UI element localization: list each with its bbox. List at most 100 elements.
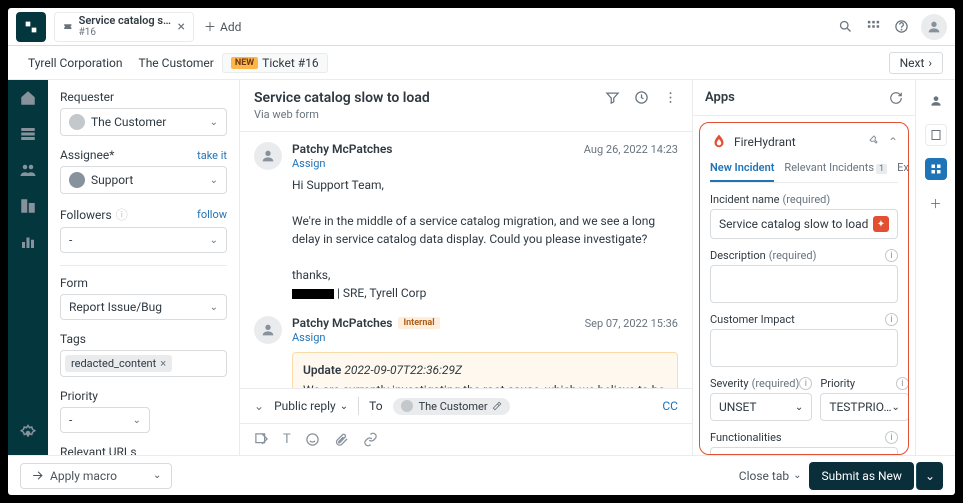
text-icon[interactable]: T	[283, 432, 291, 447]
apps-grid-icon[interactable]	[865, 19, 881, 35]
nav-rail	[8, 80, 48, 455]
chevron-right-icon: ›	[928, 56, 932, 70]
brand-logo[interactable]	[16, 12, 46, 42]
tab-relevant-incidents[interactable]: Relevant Incidents1	[784, 161, 887, 182]
functionalities-select[interactable]: Select functionalities...⌄	[710, 447, 898, 455]
tab-new-incident[interactable]: New Incident	[710, 161, 774, 182]
link-icon[interactable]	[363, 432, 378, 447]
more-icon[interactable]	[663, 90, 678, 105]
avatar	[254, 316, 282, 344]
incident-name-label: Incident name	[710, 193, 779, 206]
ticket-title: Service catalog slow to load	[254, 90, 430, 106]
reports-icon[interactable]	[18, 232, 38, 252]
editor-toolbar: T	[240, 423, 692, 455]
breadcrumb-bar: Tyrell Corporation The Customer NEWTicke…	[8, 46, 955, 80]
breadcrumb-org[interactable]: Tyrell Corporation	[20, 52, 131, 74]
org-icon[interactable]	[18, 196, 38, 216]
assign-link[interactable]: Assign	[292, 157, 678, 170]
app-name: FireHydrant	[734, 135, 796, 149]
submit-button[interactable]: Submit as New	[809, 462, 913, 490]
chevron-down-icon: ⌄	[210, 302, 218, 313]
tags-input[interactable]: redacted_content×	[60, 350, 227, 377]
tag-chip[interactable]: redacted_content×	[65, 355, 172, 372]
refresh-icon[interactable]	[889, 91, 903, 105]
info-icon[interactable]: i	[799, 377, 812, 390]
user-avatar[interactable]	[921, 14, 947, 40]
add-app-icon[interactable]: ＋	[925, 192, 947, 214]
take-it-link[interactable]: take it	[197, 149, 227, 162]
cc-link[interactable]: CC	[662, 399, 678, 413]
info-icon[interactable]: i	[896, 377, 909, 390]
close-tab-button[interactable]: Close tab⌄	[739, 469, 802, 483]
customers-icon[interactable]	[18, 160, 38, 180]
requester-select[interactable]: The Customer⌄	[60, 108, 227, 136]
ai-suggest-icon[interactable]: ✦	[873, 216, 889, 232]
attach-icon[interactable]	[334, 432, 349, 447]
knowledge-icon[interactable]	[925, 124, 947, 146]
follow-link[interactable]: follow	[197, 208, 227, 221]
severity-label: Severity	[710, 377, 749, 390]
apps-title: Apps	[705, 90, 735, 105]
breadcrumb-ticket[interactable]: NEWTicket #16	[222, 53, 328, 73]
author-name: Patchy McPatches	[292, 316, 392, 330]
next-button[interactable]: Next›	[889, 52, 943, 74]
collapse-icon[interactable]: ⌃	[888, 135, 898, 149]
apps-rail-icon[interactable]	[925, 158, 947, 180]
impact-input[interactable]	[710, 329, 898, 367]
impact-label: Customer Impact	[710, 313, 795, 326]
user-icon[interactable]	[925, 90, 947, 112]
remove-tag-icon[interactable]: ×	[160, 357, 166, 370]
description-input[interactable]	[710, 265, 898, 303]
search-icon[interactable]	[837, 19, 853, 35]
update-label: Update	[303, 363, 341, 377]
ticket-via: Via web form	[254, 108, 430, 121]
assign-link[interactable]: Assign	[292, 331, 678, 344]
compose-icon[interactable]	[254, 432, 269, 447]
close-icon[interactable]: ×	[178, 19, 185, 35]
form-label: Form	[60, 276, 227, 290]
recipient-chip[interactable]: The Customer	[393, 398, 510, 415]
filter-icon[interactable]	[605, 90, 620, 105]
chevron-down-icon: ⌄	[795, 402, 803, 413]
chevron-down-icon: ⌄	[210, 117, 218, 128]
message: Patchy McPatchesInternalSep 07, 2022 15:…	[254, 316, 678, 388]
internal-badge: Internal	[398, 317, 439, 329]
home-icon[interactable]	[18, 88, 38, 108]
tab-title: Service catalog slow t…	[79, 15, 172, 27]
submit-dropdown[interactable]: ⌄	[916, 462, 943, 490]
requester-label: Requester	[60, 90, 227, 104]
ticket-tab[interactable]: Service catalog slow t…#16 ×	[54, 12, 194, 42]
views-icon[interactable]	[18, 124, 38, 144]
breadcrumb-customer[interactable]: The Customer	[131, 52, 222, 74]
info-icon[interactable]: i	[885, 431, 898, 444]
tags-label: Tags	[60, 332, 227, 346]
form-select[interactable]: Report Issue/Bug⌄	[60, 294, 227, 320]
followers-select[interactable]: -⌄	[60, 227, 227, 253]
info-icon[interactable]: i	[885, 249, 898, 262]
history-icon[interactable]	[634, 90, 649, 105]
chevron-down-icon: ⌄	[133, 415, 141, 426]
reply-type-select[interactable]: Public reply⌄	[274, 399, 348, 413]
add-tab-button[interactable]: ＋Add	[204, 18, 241, 35]
apply-macro-button[interactable]: Apply macro⌄	[20, 463, 172, 489]
description-label: Description	[710, 249, 766, 262]
admin-icon[interactable]	[18, 423, 38, 443]
followers-label: Followers	[60, 208, 112, 222]
pin-icon[interactable]	[868, 135, 880, 149]
priority-label: Priority	[60, 389, 227, 403]
fh-priority-select[interactable]: TESTPRIO…⌄	[820, 393, 909, 421]
info-icon[interactable]: i	[885, 313, 898, 326]
severity-select[interactable]: UNSET⌄	[710, 393, 812, 421]
incident-name-input[interactable]: Service catalog slow to load✦	[710, 209, 898, 239]
new-badge: NEW	[231, 57, 258, 69]
timestamp: Aug 26, 2022 14:23	[584, 143, 678, 156]
priority-select[interactable]: -⌄	[60, 407, 150, 433]
reply-caret-icon[interactable]: ⌄	[254, 399, 264, 413]
help-icon[interactable]	[893, 19, 909, 35]
tab-existing-incidents[interactable]: Existing Incidents	[897, 161, 909, 182]
assignee-select[interactable]: Support⌄	[60, 166, 227, 194]
firehydrant-logo-icon	[710, 133, 728, 151]
emoji-icon[interactable]	[305, 432, 320, 447]
info-icon[interactable]: ⓘ	[116, 206, 128, 223]
divider	[60, 265, 227, 266]
